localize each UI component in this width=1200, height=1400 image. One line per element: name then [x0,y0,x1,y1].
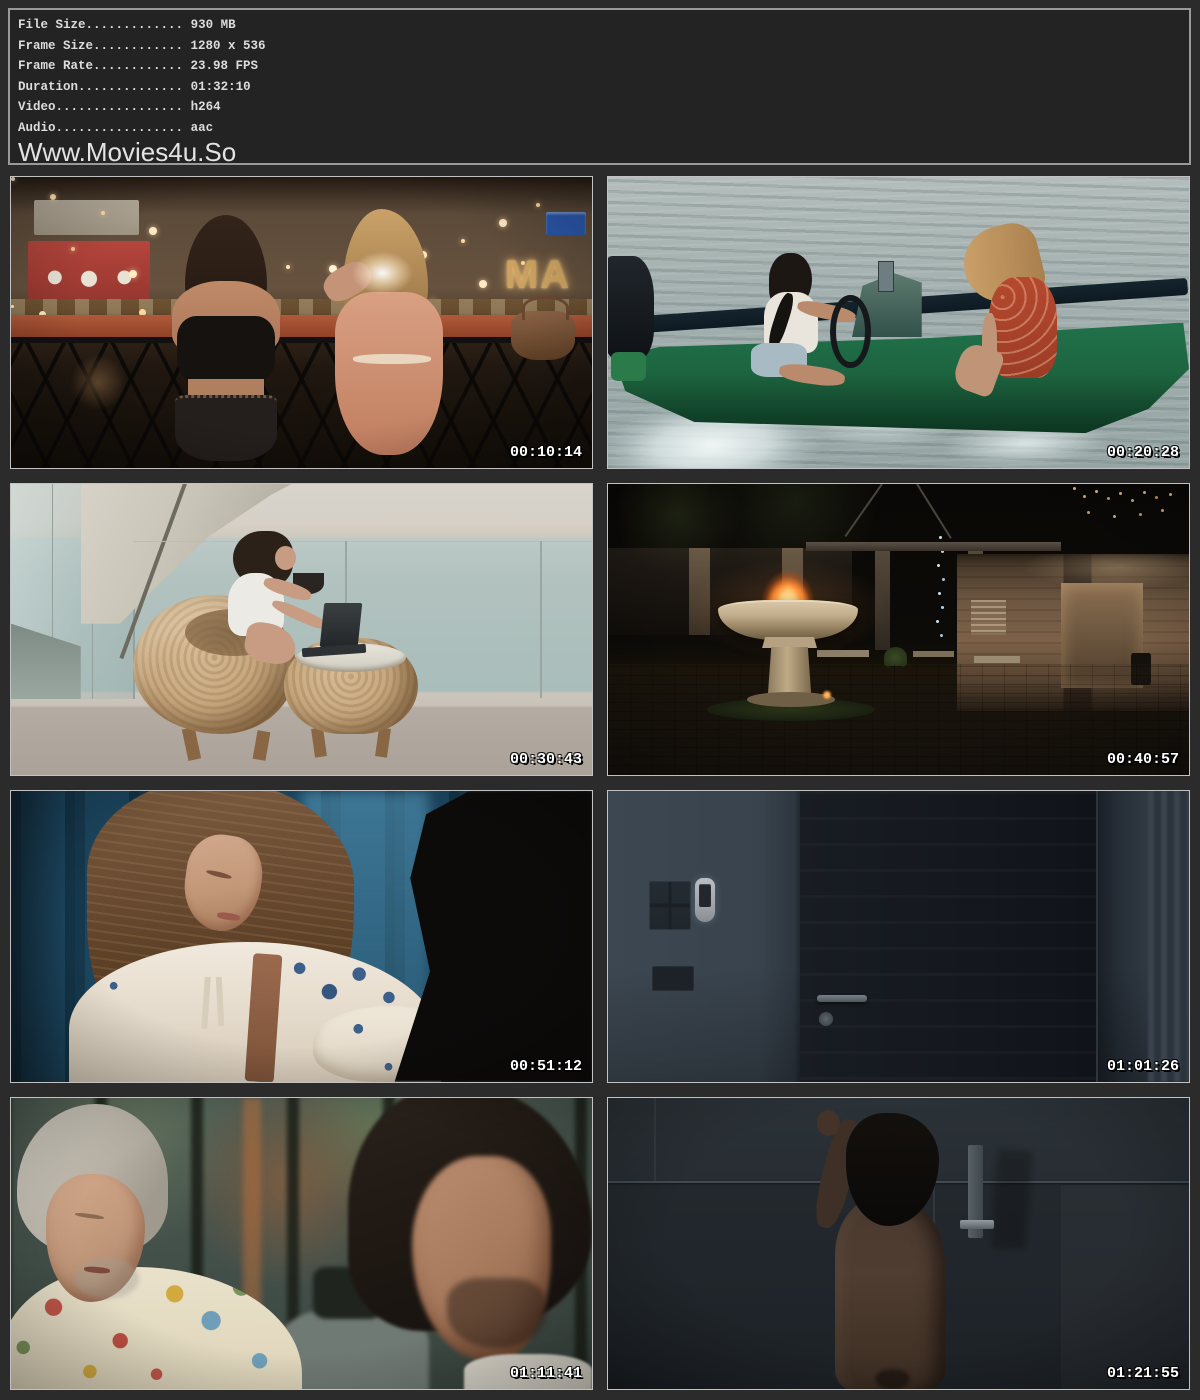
wooden-door [800,791,1098,1082]
woman-left-shorts [175,395,277,461]
pedestal-base [747,692,834,707]
media-info-value: 01:32:10 [183,80,251,94]
wall-signage [971,600,1006,635]
bench [974,656,1020,664]
video-frame-thumbnail-balcony: 00:30:43 [10,483,593,776]
woman-legs [242,620,299,668]
light-tile-patch [1061,1185,1189,1389]
media-info-value: 23.98 FPS [183,59,258,73]
video-frame-thumbnail-night-market: MA 00:10:14 [10,176,593,469]
stone-pedestal [768,647,812,696]
foreground-silhouette [394,791,592,1082]
media-info-row: File Size.............930 MB [18,15,1179,36]
fixture-shadow [991,1149,1033,1250]
media-info-label: File Size [18,18,86,32]
frame-timestamp: 01:21:55 [1107,1365,1179,1382]
woman-right-dress [335,292,442,455]
driver-leg [778,362,846,389]
woman-left-figure [162,215,290,468]
steering-wheel [830,295,870,368]
curtain-edge [1148,791,1189,1082]
media-info-label: Frame Size [18,39,93,53]
media-info-leader: ............. [86,18,184,32]
media-info-value: h264 [183,100,221,114]
boat-windshield [878,261,894,292]
handbag-handle [522,296,569,319]
frame-timestamp: 00:20:28 [1107,444,1179,461]
dress-sash [353,354,431,364]
media-info-leader: ............ [93,39,183,53]
door-handle [817,995,866,1003]
video-frame-thumbnail-courtyard: 00:40:57 [607,483,1190,776]
bar-counter [11,315,592,338]
figure-hand [817,1110,840,1136]
media-info-panel: File Size.............930 MB Frame Size.… [8,8,1191,165]
frame-timestamp: 01:01:26 [1107,1058,1179,1075]
laptop-screen [320,603,362,647]
younger-man-beard [447,1278,546,1348]
video-frame-thumbnail-boat: 00:20:28 [607,176,1190,469]
brick-pavement [608,664,1189,775]
media-info-row: Frame Rate............23.98 FPS [18,56,1179,77]
door-lock-rosette [819,1012,833,1025]
lattice-railing [11,337,592,469]
media-info-label: Video [18,100,56,114]
fairy-light-strand [1073,487,1076,490]
video-frame-thumbnail-two-men: 01:11:41 [10,1097,593,1390]
pedestal-cap [762,637,817,649]
string-lights [11,177,15,181]
media-info-value: 1280 x 536 [183,39,266,53]
figure-lower-shadow [875,1369,910,1389]
wall-outlet [652,966,695,991]
media-info-row: Duration..............01:32:10 [18,77,1179,98]
balustrade-post [540,541,542,698]
passenger-figure [957,226,1073,406]
woman-face [275,546,296,570]
media-info-row: Audio.................aac [18,118,1179,139]
video-frame-thumbnail-shower: 01:21:55 [607,1097,1190,1390]
seated-woman-figure [203,531,319,682]
frame-timestamp: 00:40:57 [1107,751,1179,768]
motor-bracket [611,352,646,381]
frame-timestamp: 00:10:14 [510,444,582,461]
media-info-leader: ................. [56,100,184,114]
light-switch-panel [649,881,692,930]
frame-timestamp: 00:51:12 [510,1058,582,1075]
media-info-label: Frame Rate [18,59,93,73]
media-info-leader: ............ [93,59,183,73]
preview-sheet: File Size.............930 MB Frame Size.… [0,0,1200,1400]
video-frame-thumbnail-dark-door: 01:01:26 [607,790,1190,1083]
tile-grout-vertical [654,1098,656,1181]
woman-left-black-top [177,316,274,387]
media-info-row: Frame Size............1280 x 536 [18,36,1179,57]
media-info-leader: .............. [78,80,183,94]
frame-timestamp: 01:11:41 [510,1365,582,1382]
driver-figure [736,253,864,404]
media-info-row: Video.................h264 [18,97,1179,118]
site-watermark: Www.Movies4u.So [18,139,1179,166]
blue-sign [546,212,587,235]
phone-light-flare [342,244,423,302]
shower-bracket [960,1220,995,1229]
media-info-label: Duration [18,80,78,94]
thumbnail-grid: MA 00:10:14 [10,176,1190,1390]
media-info-leader: ................. [56,121,184,135]
dark-left-edge [11,791,69,1082]
outboard-motor [607,256,654,361]
white-banner [34,200,139,235]
small-flame [823,691,831,699]
older-man-stubble [75,1258,139,1299]
frame-timestamp: 00:30:43 [510,751,582,768]
warm-window-frame [243,1098,260,1308]
media-info-value: 930 MB [183,18,236,32]
keypad-buttons [699,884,711,907]
video-frame-thumbnail-woman-blouse: 00:51:12 [10,790,593,1083]
media-info-value: aac [183,121,213,135]
media-info-label: Audio [18,121,56,135]
